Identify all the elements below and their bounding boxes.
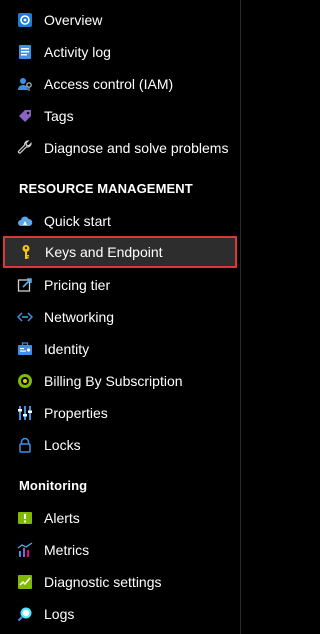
nav-item-label: Keys and Endpoint xyxy=(45,244,163,260)
nav-item-diagnostic-settings[interactable]: Diagnostic settings xyxy=(0,566,240,598)
nav-item-access-control[interactable]: Access control (IAM) xyxy=(0,68,240,100)
nav-item-pricing-tier[interactable]: Pricing tier xyxy=(0,269,240,301)
nav-item-logs[interactable]: Logs xyxy=(0,598,240,630)
access-control-icon xyxy=(16,75,34,93)
nav-item-label: Alerts xyxy=(44,510,80,526)
nav-item-tags[interactable]: Tags xyxy=(0,100,240,132)
nav-item-label: Diagnose and solve problems xyxy=(44,140,229,156)
nav-item-networking[interactable]: Networking xyxy=(0,301,240,333)
nav-item-label: Metrics xyxy=(44,542,90,558)
alerts-icon xyxy=(16,509,34,527)
nav-item-diagnose[interactable]: Diagnose and solve problems xyxy=(0,132,240,164)
nav-item-label: Tags xyxy=(44,108,74,124)
nav-item-label: Networking xyxy=(44,309,115,325)
nav-item-keys-and-endpoint[interactable]: Keys and Endpoint xyxy=(3,236,237,268)
tag-icon xyxy=(16,107,34,125)
nav-item-label: Quick start xyxy=(44,213,111,229)
activity-log-icon xyxy=(16,43,34,61)
resource-nav-menu: Overview Activity log Access control (IA… xyxy=(0,0,241,634)
section-header-monitoring: Monitoring xyxy=(19,478,88,493)
nav-item-label: Overview xyxy=(44,12,103,28)
identity-icon xyxy=(16,340,34,358)
wrench-icon xyxy=(16,139,34,157)
nav-item-label: Locks xyxy=(44,437,81,453)
nav-item-label: Logs xyxy=(44,606,75,622)
nav-item-label: Activity log xyxy=(44,44,111,60)
key-icon xyxy=(17,243,35,261)
nav-item-label: Pricing tier xyxy=(44,277,111,293)
section-header-resource-management: RESOURCE MANAGEMENT xyxy=(19,181,193,196)
nav-item-activity-log[interactable]: Activity log xyxy=(0,36,240,68)
lock-icon xyxy=(16,436,34,454)
billing-icon xyxy=(16,372,34,390)
nav-item-properties[interactable]: Properties xyxy=(0,397,240,429)
nav-item-label: Identity xyxy=(44,341,90,357)
logs-icon xyxy=(16,605,34,623)
nav-item-alerts[interactable]: Alerts xyxy=(0,502,240,534)
nav-item-metrics[interactable]: Metrics xyxy=(0,534,240,566)
nav-item-label: Access control (IAM) xyxy=(44,76,174,92)
pricing-icon xyxy=(16,276,34,294)
cloud-icon xyxy=(16,212,34,230)
nav-item-billing-by-subscription[interactable]: Billing By Subscription xyxy=(0,365,240,397)
nav-item-quick-start[interactable]: Quick start xyxy=(0,205,240,237)
nav-item-locks[interactable]: Locks xyxy=(0,429,240,461)
diagnostic-settings-icon xyxy=(16,573,34,591)
nav-item-label: Properties xyxy=(44,405,108,421)
metrics-icon xyxy=(16,541,34,559)
properties-icon xyxy=(16,404,34,422)
nav-item-identity[interactable]: Identity xyxy=(0,333,240,365)
nav-item-label: Billing By Subscription xyxy=(44,373,183,389)
nav-item-overview[interactable]: Overview xyxy=(0,4,240,36)
overview-icon xyxy=(16,11,34,29)
networking-icon xyxy=(16,308,34,326)
nav-item-label: Diagnostic settings xyxy=(44,574,162,590)
